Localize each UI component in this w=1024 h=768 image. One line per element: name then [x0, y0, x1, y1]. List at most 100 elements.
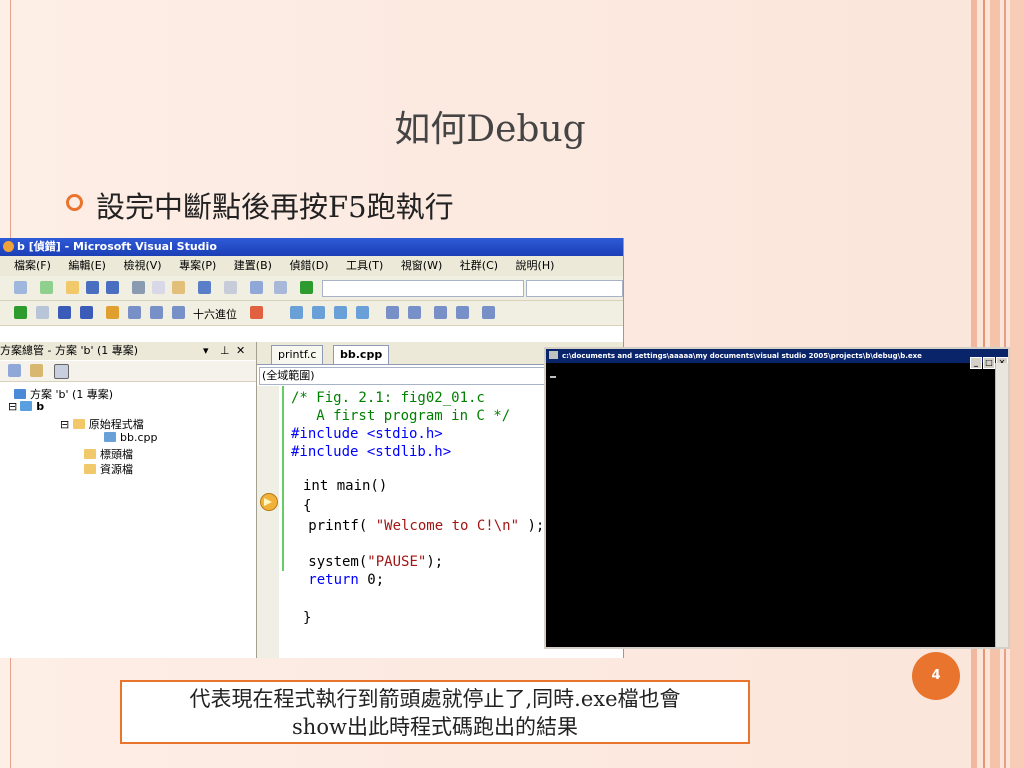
tree-source-folder-label: 原始程式檔 [88, 418, 144, 431]
minimize-icon[interactable]: _ [970, 357, 982, 369]
dropdown-icon[interactable]: ▾ [203, 342, 209, 360]
callout-line: 代表現在程式執行到箭頭處就停止了,同時.exe檔也會 [189, 687, 681, 711]
maximize-icon[interactable]: □ [983, 357, 995, 369]
console-cursor [550, 376, 556, 378]
hex-toggle[interactable]: 十六進位 [193, 306, 237, 322]
close-icon[interactable]: ✕ [236, 342, 245, 360]
menu-project[interactable]: 專案(P) [179, 259, 216, 272]
code-line: #include <stdlib.h> [291, 444, 452, 460]
tree-resource-folder-label: 資源檔 [100, 463, 133, 476]
play-icon[interactable] [14, 306, 27, 319]
outdent-icon[interactable] [408, 306, 421, 319]
show-all-files-icon[interactable] [30, 364, 43, 377]
uncomment-icon[interactable] [456, 306, 469, 319]
debug-toolbar: 十六進位 [0, 301, 623, 326]
redo-icon[interactable] [224, 281, 237, 294]
tree-project-label: b [36, 400, 45, 413]
pin-icon[interactable]: ⊥ [220, 342, 230, 360]
menu-window[interactable]: 視窗(W) [401, 259, 442, 272]
bookmark-icon[interactable] [482, 306, 495, 319]
tree-source-folder[interactable]: ⊟ 原始程式檔 [60, 416, 144, 432]
code-line: #include <stdio.h> [291, 426, 443, 442]
console-scrollbar[interactable] [995, 363, 1008, 647]
code-line: printf( "Welcome to C!\n" ); [283, 518, 545, 534]
new-project-icon[interactable] [14, 281, 27, 294]
properties-icon[interactable] [8, 364, 21, 377]
stop-icon[interactable] [58, 306, 71, 319]
window-icon[interactable] [274, 281, 287, 294]
callout-box: 代表現在程式執行到箭頭處就停止了,同時.exe檔也會 show出此時程式碼跑出的… [120, 680, 750, 744]
call-stack-icon[interactable] [334, 306, 347, 319]
vs-title-bar: b [偵錯] - Microsoft Visual Studio [0, 238, 623, 256]
breakpoints-icon[interactable] [250, 306, 263, 319]
callout-line: show出此時程式碼跑出的結果 [292, 715, 578, 739]
console-title: c:\documents and settings\aaaaa\my docum… [562, 352, 922, 360]
tree-project[interactable]: ⊟ b [8, 400, 44, 413]
code-line: system("PAUSE"); [283, 554, 444, 570]
pause-icon[interactable] [36, 306, 49, 319]
standard-toolbar [0, 276, 623, 301]
cpp-file-icon [104, 432, 116, 442]
menu-debug[interactable]: 偵錯(D) [289, 259, 328, 272]
vs-menu-bar: 檔案(F) 編輯(E) 檢視(V) 專案(P) 建置(B) 偵錯(D) 工具(T… [0, 256, 623, 276]
paste-icon[interactable] [172, 281, 185, 294]
slide-title: 如何Debug [394, 109, 586, 150]
platform-combo[interactable] [526, 280, 623, 297]
code-line: { [303, 498, 312, 514]
solution-icon [14, 389, 26, 399]
folder-open-icon [72, 419, 85, 429]
tree-file[interactable]: bb.cpp [104, 431, 157, 444]
indent-icon[interactable] [386, 306, 399, 319]
config-combo[interactable] [322, 280, 524, 297]
visual-studio-window: b [偵錯] - Microsoft Visual Studio 檔案(F) 編… [0, 238, 624, 658]
locals-icon[interactable] [312, 306, 325, 319]
code-line: int main() [303, 478, 388, 494]
menu-build[interactable]: 建置(B) [234, 259, 272, 272]
menu-help[interactable]: 說明(H) [516, 259, 555, 272]
solution-explorer-title: 方案總管 - 方案 'b' (1 專案) [0, 344, 139, 357]
slide-right-stripe [1010, 0, 1024, 768]
solution-explorer-toolbar [0, 361, 256, 382]
show-next-statement-icon[interactable] [106, 306, 119, 319]
menu-edit[interactable]: 編輯(E) [68, 259, 106, 272]
undo-icon[interactable] [198, 281, 211, 294]
step-into-icon[interactable] [128, 306, 141, 319]
continue-icon[interactable] [300, 281, 313, 294]
open-folder-icon[interactable] [66, 281, 79, 294]
folder-icon [84, 449, 96, 459]
step-out-icon[interactable] [172, 306, 185, 319]
vs-app-icon [3, 241, 14, 252]
watch-icon[interactable] [290, 306, 303, 319]
vs-window-title: b [偵錯] - Microsoft Visual Studio [17, 240, 217, 253]
solution-explorer-header: 方案總管 - 方案 'b' (1 專案) ▾ ⊥ ✕ [0, 342, 256, 360]
save-icon[interactable] [86, 281, 99, 294]
cut-icon[interactable] [132, 281, 145, 294]
save-all-icon[interactable] [106, 281, 119, 294]
add-item-icon[interactable] [40, 281, 53, 294]
code-line: return 0; [283, 572, 385, 588]
copy-icon[interactable] [152, 281, 165, 294]
console-title-bar: c:\documents and settings\aaaaa\my docum… [546, 349, 1008, 363]
menu-community[interactable]: 社群(C) [460, 259, 498, 272]
refresh-icon[interactable] [54, 364, 69, 379]
folder-icon [84, 464, 96, 474]
menu-view[interactable]: 檢視(V) [123, 259, 161, 272]
code-line: } [303, 610, 312, 626]
code-line: A first program in C */ [291, 408, 511, 424]
tree-file-label: bb.cpp [120, 431, 158, 444]
menu-file[interactable]: 檔案(F) [14, 259, 51, 272]
restart-icon[interactable] [80, 306, 93, 319]
bullet-ring-icon [66, 194, 83, 211]
tree-resource-folder[interactable]: 資源檔 [84, 461, 133, 477]
menu-tools[interactable]: 工具(T) [346, 259, 383, 272]
console-window[interactable]: c:\documents and settings\aaaaa\my docum… [544, 347, 1010, 649]
step-over-icon[interactable] [150, 306, 163, 319]
comment-icon[interactable] [434, 306, 447, 319]
tree-header-folder[interactable]: 標頭檔 [84, 446, 133, 462]
navigate-icon[interactable] [250, 281, 263, 294]
page-number-badge: 4 [912, 652, 960, 700]
autos-icon[interactable] [356, 306, 369, 319]
console-icon [549, 351, 558, 359]
solution-explorer: 方案總管 - 方案 'b' (1 專案) ▾ ⊥ ✕ 方案 'b' (1 專案)… [0, 342, 257, 658]
tree-header-folder-label: 標頭檔 [100, 448, 133, 461]
